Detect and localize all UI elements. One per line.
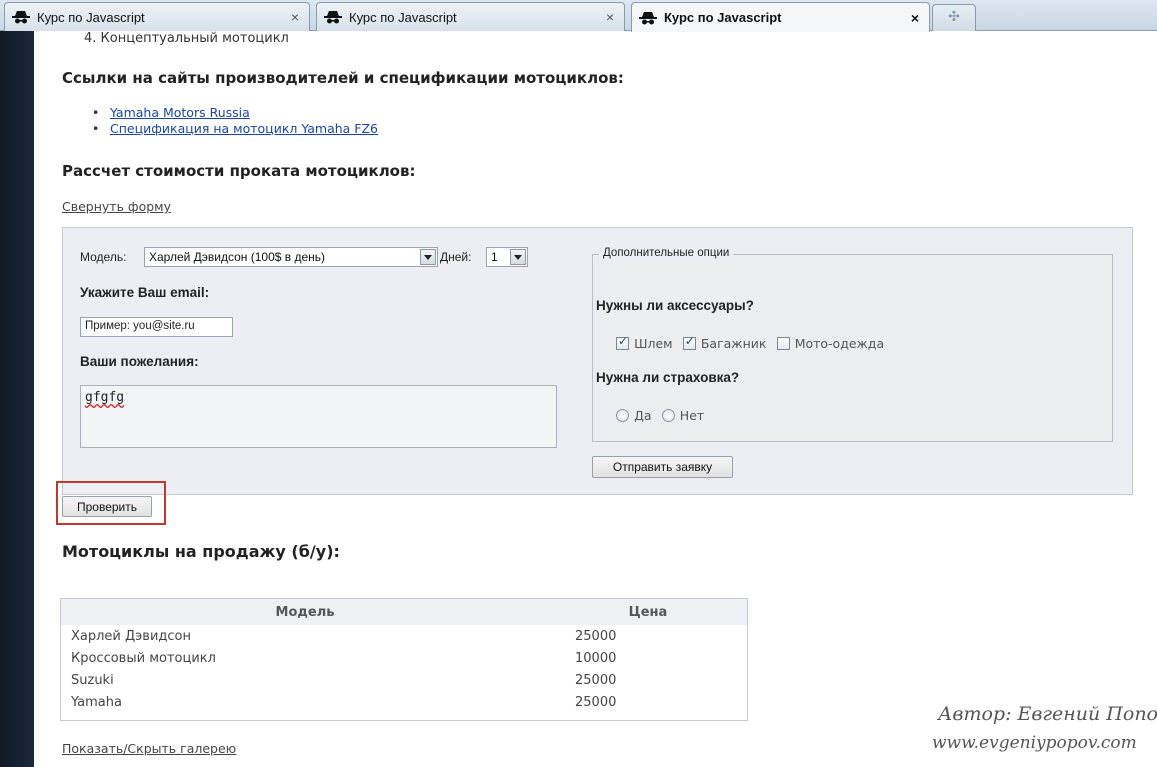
table-header-row: Модель Цена: [61, 599, 747, 625]
email-field[interactable]: Пример: you@site.ru: [80, 317, 233, 337]
helmet-checkbox[interactable]: [616, 334, 629, 350]
table-cell-price: 10000: [575, 650, 617, 666]
list-item: 4. Концептуальный мотоцикл: [84, 31, 289, 46]
browser-tab-2[interactable]: Курс по Javascript ×: [316, 2, 625, 31]
submit-request-button[interactable]: Отправить заявку: [592, 456, 733, 478]
toggle-gallery-link[interactable]: Показать/Скрыть галерею: [62, 741, 236, 756]
table-row: Кроссовый мотоцикл 10000: [61, 647, 747, 669]
spy-favicon-icon: [11, 9, 31, 25]
model-label: Модель:: [80, 250, 127, 264]
table-cell-price: 25000: [575, 694, 617, 710]
rental-heading: Рассчет стоимости проката мотоциклов:: [62, 162, 416, 180]
insurance-no-radio[interactable]: [661, 409, 675, 422]
days-select[interactable]: 1: [486, 247, 528, 267]
trunk-label: Багажник: [700, 336, 767, 351]
browser-tab-3-active[interactable]: Курс по Javascript ×: [631, 2, 930, 32]
left-dark-strip: [0, 31, 34, 767]
sale-heading: Мотоциклы на продажу (б/у):: [62, 542, 340, 561]
insurance-group: Да Нет: [616, 405, 704, 424]
table-cell-price: 25000: [575, 672, 617, 688]
options-legend: Дополнительные опции: [599, 247, 734, 259]
email-label: Укажите Ваш email:: [80, 285, 210, 300]
page-content: 4. Концептуальный мотоцикл Ссылки на сай…: [34, 31, 1157, 767]
links-heading: Ссылки на сайты производителей и специфи…: [62, 69, 624, 87]
tab-title: Курс по Javascript: [349, 9, 457, 25]
wishes-textarea[interactable]: gfgfg: [80, 385, 557, 448]
column-header-model[interactable]: Модель: [61, 599, 549, 625]
days-label: Дней:: [440, 250, 472, 264]
link-yamaha-russia[interactable]: Yamaha Motors Russia: [110, 105, 250, 120]
column-header-price[interactable]: Цена: [549, 599, 747, 625]
wishes-label: Ваши пожелания:: [80, 354, 199, 369]
spy-favicon-icon: [638, 10, 658, 26]
list-item: Спецификация на мотоцикл Yamaha FZ6: [92, 121, 378, 137]
tab-title: Курс по Javascript: [664, 10, 782, 25]
model-select-value: Харлей Дэвидсон (100$ в день): [149, 250, 326, 264]
moto-clothes-checkbox[interactable]: [776, 337, 790, 350]
browser-tab-strip: Курс по Javascript × Курс по Javascript …: [0, 0, 1157, 32]
site-watermark: www.evgeniypopov.com: [932, 733, 1137, 753]
table-row: Yamaha 25000: [61, 691, 747, 713]
insurance-question: Нужна ли страховка?: [596, 370, 740, 385]
plus-icon: ✣: [948, 9, 960, 25]
browser-tab-1[interactable]: Курс по Javascript ×: [4, 2, 310, 31]
rental-form: Модель: Харлей Дэвидсон (100$ в день) Дн…: [62, 227, 1133, 495]
table-cell-model: Yamaha: [71, 694, 122, 710]
insurance-yes-label: Да: [634, 408, 652, 423]
table-cell-model: Харлей Дэвидсон: [71, 628, 192, 644]
collapse-form-link[interactable]: Свернуть форму: [62, 199, 171, 214]
sale-table: Модель Цена Харлей Дэвидсон 25000 Кроссо…: [60, 598, 748, 721]
model-select[interactable]: Харлей Дэвидсон (100$ в день): [144, 247, 438, 267]
trunk-checkbox[interactable]: [682, 334, 696, 350]
tab-close-icon[interactable]: ×: [907, 10, 923, 26]
chevron-down-icon: [510, 249, 526, 265]
chevron-down-icon: [420, 249, 436, 265]
table-cell-price: 25000: [575, 628, 617, 644]
days-select-value: 1: [491, 250, 498, 264]
accessories-group: Шлем Багажник Мото-одежда: [616, 333, 884, 352]
tab-close-icon[interactable]: ×: [602, 9, 618, 25]
table-row: Suzuki 25000: [61, 669, 747, 691]
tab-title: Курс по Javascript: [37, 9, 145, 25]
links-list: Yamaha Motors Russia Спецификация на мот…: [92, 105, 378, 137]
insurance-yes-radio[interactable]: [616, 409, 629, 422]
wishes-text: gfgfg: [85, 390, 125, 405]
moto-clothes-label: Мото-одежда: [794, 336, 885, 351]
tab-close-icon[interactable]: ×: [287, 9, 303, 25]
insurance-no-label: Нет: [679, 408, 705, 423]
helmet-label: Шлем: [634, 336, 673, 351]
table-cell-model: Кроссовый мотоцикл: [71, 650, 216, 666]
table-cell-model: Suzuki: [71, 672, 114, 688]
link-yamaha-fz6-spec[interactable]: Спецификация на мотоцикл Yamaha FZ6: [110, 121, 378, 136]
table-row: Харлей Дэвидсон 25000: [61, 625, 747, 647]
author-watermark: Автор: Евгений Попо: [938, 703, 1157, 725]
spy-favicon-icon: [323, 9, 343, 25]
list-item: Yamaha Motors Russia: [92, 105, 378, 121]
new-tab-button[interactable]: ✣: [932, 4, 976, 31]
accessories-question: Нужны ли аксессуары?: [596, 298, 754, 313]
check-button[interactable]: Проверить: [62, 496, 152, 517]
email-field-value: Пример: you@site.ru: [85, 320, 195, 332]
